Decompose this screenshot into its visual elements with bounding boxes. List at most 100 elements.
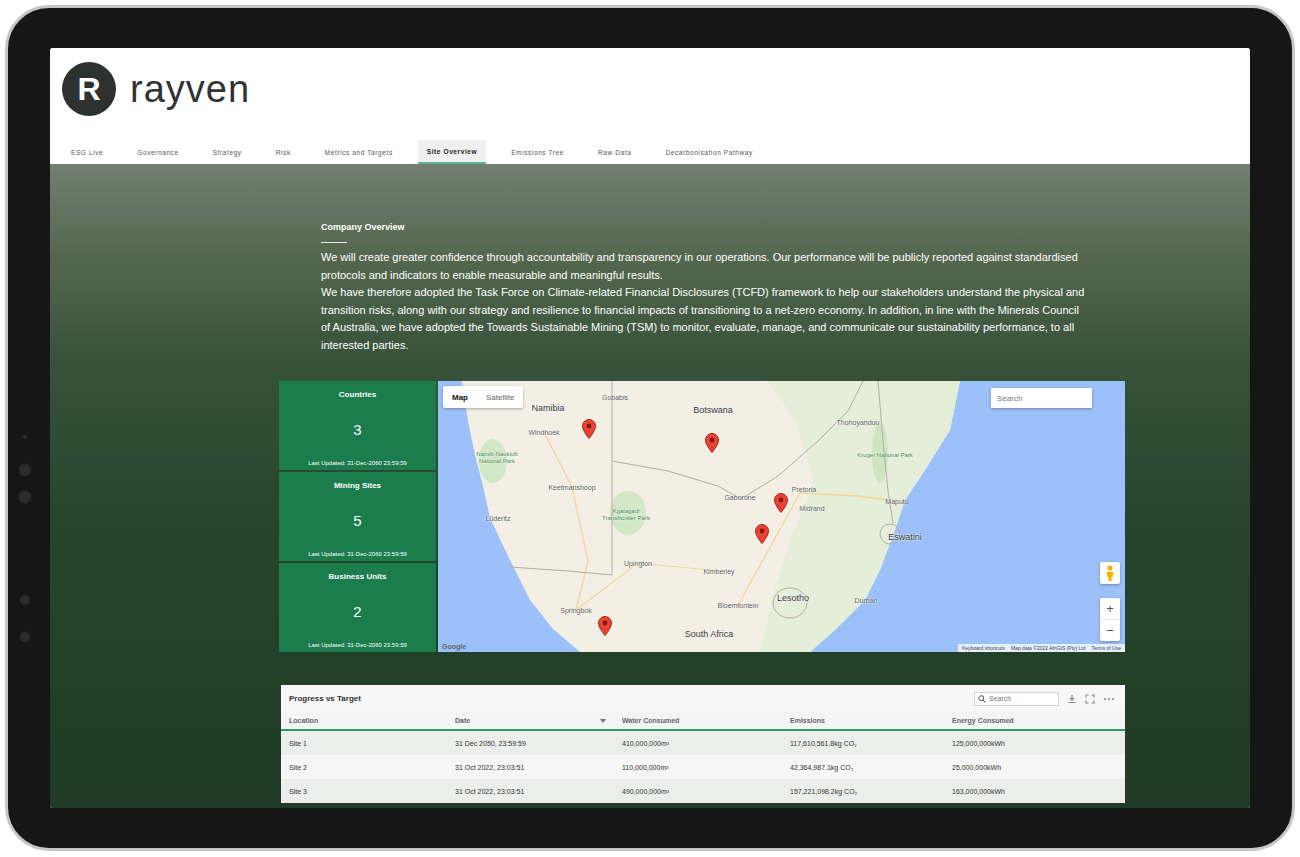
company-overview: Company Overview We will create greater …	[321, 221, 1091, 354]
map-label: Lesotho	[777, 593, 809, 603]
stat-card: Mining Sites 5 Last Updated: 31-Dec-2060…	[279, 472, 436, 561]
map-pin-icon[interactable]	[755, 524, 769, 544]
tablet-button	[19, 631, 31, 643]
map-tiles	[438, 381, 1125, 652]
tablet-button	[18, 463, 32, 477]
map-pin-icon[interactable]	[582, 419, 596, 439]
map[interactable]: NamibiaBotswanaWindhoekGobabisNamib-Nauk…	[438, 381, 1125, 652]
map-label: Namibia	[531, 403, 564, 413]
table-row[interactable]: Site 331 Oct 2022, 23:03:51490,000,000m³…	[281, 779, 1125, 803]
column-label: Water Consumed	[622, 717, 679, 724]
nav-tab[interactable]: Risk	[267, 140, 300, 164]
expand-icon[interactable]	[1085, 694, 1095, 704]
stat-updated: Last Updated: 31-Dec-2060 23:59:59	[308, 460, 407, 466]
table-cell: 31 Oct 2022, 23:03:51	[447, 764, 614, 771]
nav-tab[interactable]: Strategy	[204, 140, 251, 164]
table-search-input[interactable]	[989, 695, 1055, 702]
header: R rayven ESG Live Governance Strategy Risk M…	[50, 48, 1250, 164]
column-label: Energy Consumed	[952, 717, 1014, 724]
map-type-button[interactable]: Map	[443, 386, 477, 408]
map-footer: Keyboard shortcuts Map data ©2022 AfriGIS…	[958, 644, 1125, 652]
table-tools	[974, 692, 1115, 706]
map-footer-link[interactable]: Terms of Use	[1092, 645, 1121, 651]
tablet-frame: R rayven ESG Live Governance Strategy Risk M…	[5, 5, 1295, 851]
nav-tab[interactable]: Metrics and Targets	[316, 140, 402, 164]
sort-desc-icon	[600, 719, 606, 723]
zoom-button[interactable]: +	[1100, 598, 1120, 619]
column-header[interactable]: Date	[447, 717, 614, 724]
zoom-control: +−	[1100, 598, 1120, 641]
stat-cards: Countries 3 Last Updated: 31-Dec-2060 23…	[279, 381, 436, 652]
column-label: Date	[455, 717, 470, 724]
map-label: Thohoyandou	[837, 419, 880, 426]
table-cell: 110,000,000m³	[614, 764, 782, 771]
table-toolbar: Progress vs Target	[281, 685, 1125, 712]
map-pin-icon[interactable]	[705, 433, 719, 453]
table-row[interactable]: Site 131 Dec 2050, 23:59:59410,000,000m³…	[281, 731, 1125, 755]
stat-value: 5	[353, 512, 361, 529]
map-label: Gaborone	[724, 494, 755, 501]
screen: R rayven ESG Live Governance Strategy Risk M…	[50, 48, 1250, 808]
map-label: Upington	[624, 560, 652, 567]
stat-card: Business Units 2 Last Updated: 31-Dec-20…	[279, 563, 436, 652]
overview-row: Countries 3 Last Updated: 31-Dec-2060 23…	[279, 381, 1125, 652]
table-search[interactable]	[974, 692, 1059, 706]
map-label: Gobabis	[602, 394, 628, 401]
logo[interactable]: R rayven	[62, 62, 1250, 116]
table-cell: Site 2	[281, 764, 447, 771]
overview-paragraph: We have therefore adopted the Task Force…	[321, 284, 1091, 354]
table-title: Progress vs Target	[289, 694, 361, 703]
table-cell: 125,000,000kWh	[944, 740, 1125, 747]
stat-value: 3	[353, 421, 361, 438]
map-pin-icon[interactable]	[598, 616, 612, 636]
hero-section: Company Overview We will create greater …	[50, 164, 1250, 808]
map-footer-link[interactable]: Keyboard shortcuts	[962, 645, 1005, 651]
table-cell: 31 Dec 2050, 23:59:59	[447, 740, 614, 747]
map-label: Springbok	[560, 607, 592, 614]
map-label: Bloemfontein	[718, 602, 759, 609]
nav-tab[interactable]: Governance	[128, 140, 187, 164]
download-icon[interactable]	[1067, 694, 1077, 704]
stat-updated: Last Updated: 31-Dec-2060 23:59:59	[308, 642, 407, 648]
column-header[interactable]: Location	[281, 717, 447, 724]
map-footer-link[interactable]: Map data ©2022 AfriGIS (Pty) Ltd	[1011, 645, 1086, 651]
map-label: Kimberley	[703, 568, 734, 575]
zoom-button[interactable]: −	[1100, 619, 1120, 641]
nav-tab[interactable]: Emissions Tree	[502, 140, 573, 164]
map-label: Durban	[855, 597, 878, 604]
pegman-icon	[1105, 565, 1115, 581]
nav-tab[interactable]: Raw Data	[589, 140, 640, 164]
stat-label: Business Units	[329, 572, 387, 581]
table-cell: 31 Oct 2022, 23:03:51	[447, 788, 614, 795]
tablet-button	[18, 490, 32, 504]
more-icon[interactable]	[1103, 694, 1115, 704]
map-label: Maputo	[885, 498, 908, 505]
map-label: Keetmanshoop	[548, 484, 595, 491]
map-type-button[interactable]: Satellite	[477, 386, 523, 408]
stat-card: Countries 3 Last Updated: 31-Dec-2060 23…	[279, 381, 436, 470]
column-header[interactable]: Water Consumed	[614, 717, 782, 724]
nav-tab[interactable]: Site Overview	[418, 140, 486, 164]
map-search-input[interactable]	[991, 388, 1092, 408]
map-label: Windhoek	[528, 429, 559, 436]
street-view-button[interactable]	[1100, 562, 1120, 584]
nav-tab[interactable]: Decarbonisation Pathway	[656, 140, 762, 164]
logo-mark: R	[62, 62, 116, 116]
nav-tab[interactable]: ESG Live	[62, 140, 112, 164]
tablet-button	[22, 434, 28, 440]
column-header[interactable]: Emissions	[782, 717, 944, 724]
map-pin-icon[interactable]	[774, 493, 788, 513]
tablet-button	[19, 594, 31, 606]
map-label: Kgalagadi Transfrontier Park	[595, 508, 657, 522]
column-header[interactable]: Energy Consumed	[944, 717, 1125, 724]
stat-label: Countries	[339, 390, 376, 399]
column-label: Emissions	[790, 717, 825, 724]
table-row[interactable]: Site 231 Oct 2022, 23:03:51110,000,000m³…	[281, 755, 1125, 779]
table-cell: Site 1	[281, 740, 447, 747]
column-label: Location	[289, 717, 318, 724]
map-label: Kruger National Park	[854, 452, 916, 459]
table-cell: 25,000,000kWh	[944, 764, 1125, 771]
table-cell: 157,221,098.2kg CO₂	[782, 788, 944, 795]
map-brand: Google	[442, 643, 466, 650]
map-label: Pretoria	[792, 486, 817, 493]
